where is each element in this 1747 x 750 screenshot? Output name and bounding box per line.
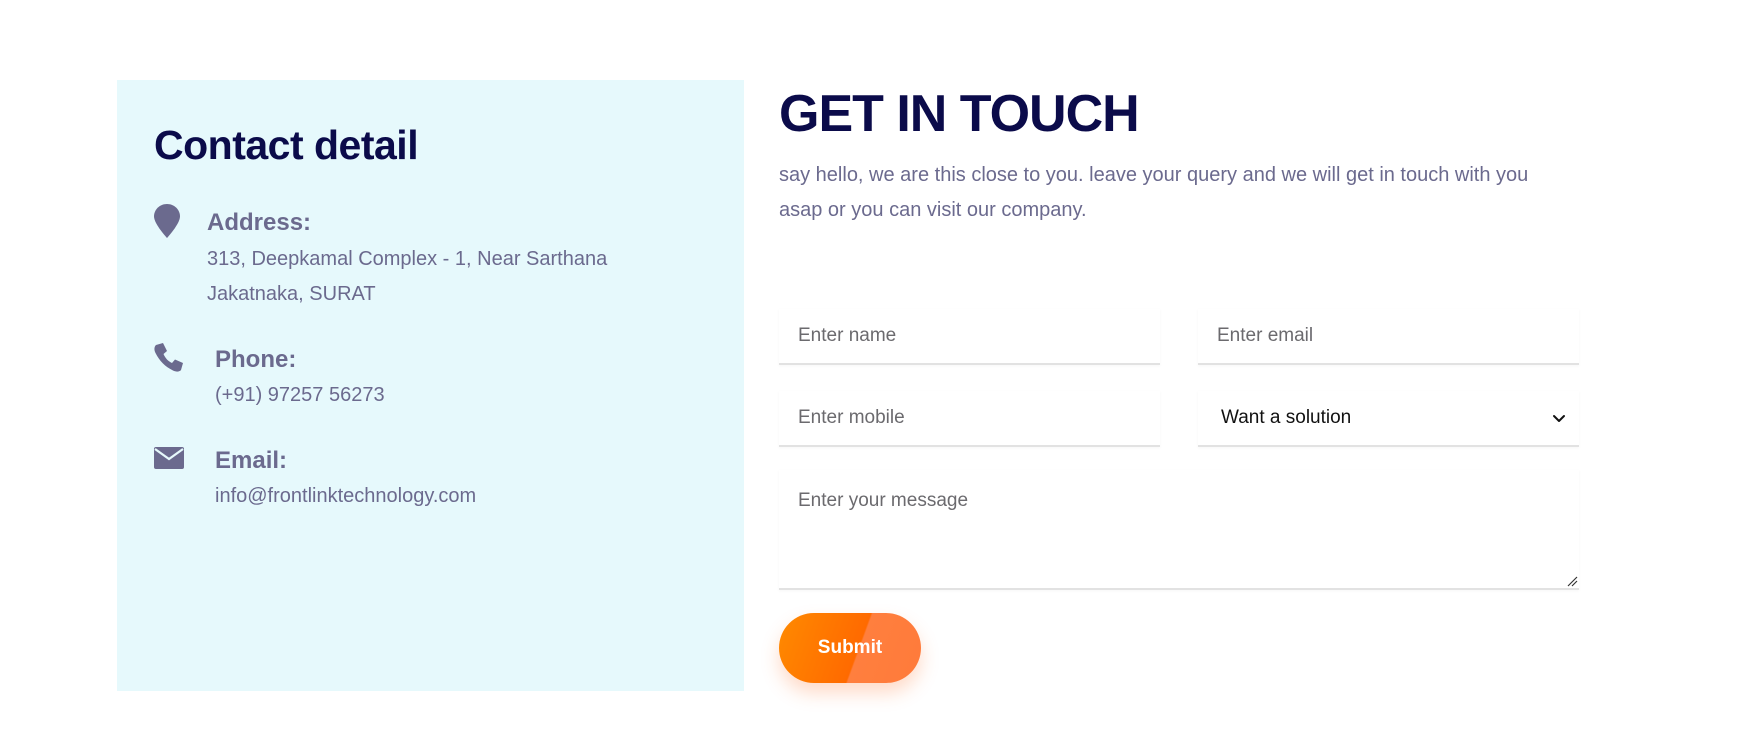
address-label: Address: bbox=[207, 209, 312, 236]
message-textarea[interactable] bbox=[779, 470, 1579, 590]
page-title: GET IN TOUCH bbox=[779, 85, 1140, 143]
map-pin-icon bbox=[154, 204, 180, 238]
phone-value[interactable]: (+91) 97257 56273 bbox=[215, 378, 385, 413]
contact-section: Contact detail Address: 313, Deepkamal C… bbox=[0, 0, 1747, 750]
chevron-down-icon bbox=[1553, 415, 1565, 422]
solution-select[interactable]: Want a solution bbox=[1198, 391, 1579, 447]
phone-label: Phone: bbox=[215, 346, 297, 373]
email-value[interactable]: info@frontlinktechnology.com bbox=[215, 479, 476, 514]
email-label: Email: bbox=[215, 447, 288, 474]
resize-handle-icon[interactable] bbox=[1567, 576, 1578, 587]
contact-detail-panel: Contact detail Address: 313, Deepkamal C… bbox=[117, 80, 744, 691]
name-input[interactable] bbox=[779, 309, 1160, 365]
phone-icon bbox=[154, 343, 183, 372]
mobile-input[interactable] bbox=[779, 391, 1160, 447]
address-line-2: Jakatnaka, SURAT bbox=[207, 283, 376, 305]
contact-detail-title: Contact detail bbox=[154, 122, 419, 168]
address-value: 313, Deepkamal Complex - 1, Near Sarthan… bbox=[207, 242, 607, 312]
envelope-icon bbox=[154, 447, 184, 469]
form-description: say hello, we are this close to you. lea… bbox=[779, 164, 1529, 221]
address-line-1: 313, Deepkamal Complex - 1, Near Sarthan… bbox=[207, 248, 608, 270]
solution-select-value: Want a solution bbox=[1221, 407, 1352, 428]
email-input[interactable] bbox=[1198, 309, 1579, 365]
submit-button[interactable]: Submit bbox=[779, 613, 921, 683]
